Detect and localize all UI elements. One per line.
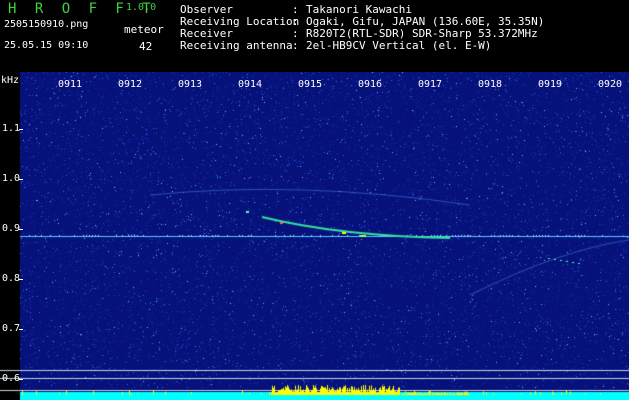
hour-label: 0915 <box>298 79 323 90</box>
info-separator: : <box>292 39 299 52</box>
observer-label: Observer <box>180 3 233 16</box>
observer-value: Takanori Kawachi <box>306 3 412 16</box>
meteor-count-value: 42 <box>139 40 153 53</box>
hour-label: 0919 <box>538 79 563 90</box>
file-name: 2505150910.png <box>4 19 89 30</box>
frequency-unit: kHz <box>1 75 20 86</box>
receiver-label: Receiver <box>180 27 233 40</box>
info-separator: : <box>292 27 299 40</box>
frequency-tick <box>19 329 23 330</box>
frequency-tick <box>19 129 23 130</box>
receiver-value: R820T2(RTL-SDR) SDR-Sharp 53.372MHz <box>306 27 538 40</box>
frequency-tick <box>19 229 23 230</box>
frequency-label: 1.1 <box>2 123 21 134</box>
frequency-label: 1.0 <box>2 173 21 184</box>
location-label: Receiving Location <box>180 15 300 28</box>
frequency-label: 0.9 <box>2 223 21 234</box>
hour-label: 0912 <box>118 79 143 90</box>
info-separator: : <box>292 15 299 28</box>
antenna-label: Receiving antenna <box>180 39 293 52</box>
hour-label: 0913 <box>178 79 203 90</box>
observation-datetime: 25.05.15 09:10 <box>4 40 89 51</box>
hour-label: 0916 <box>358 79 383 90</box>
frequency-tick <box>19 379 23 380</box>
hour-label: 0911 <box>58 79 83 90</box>
frequency-tick <box>19 279 23 280</box>
info-separator: : <box>292 3 299 16</box>
hour-label: 0920 <box>598 79 623 90</box>
antenna-value: 2el-HB9CV Vertical (el. E-W) <box>306 39 492 52</box>
hour-label: 0918 <box>478 79 503 90</box>
hour-label: 0917 <box>418 79 443 90</box>
location-value: Ogaki, Gifu, JAPAN (136.60E, 35.35N) <box>306 15 545 28</box>
spectrogram <box>0 72 629 400</box>
meteor-count-label: meteor <box>124 23 164 36</box>
frequency-label: 0.7 <box>2 323 21 334</box>
frequency-label: 0.8 <box>2 273 21 284</box>
hour-label: 0914 <box>238 79 263 90</box>
frequency-label: 0.6 <box>2 373 21 384</box>
app-version: 1.0.0 <box>126 2 157 13</box>
frequency-tick <box>19 179 23 180</box>
